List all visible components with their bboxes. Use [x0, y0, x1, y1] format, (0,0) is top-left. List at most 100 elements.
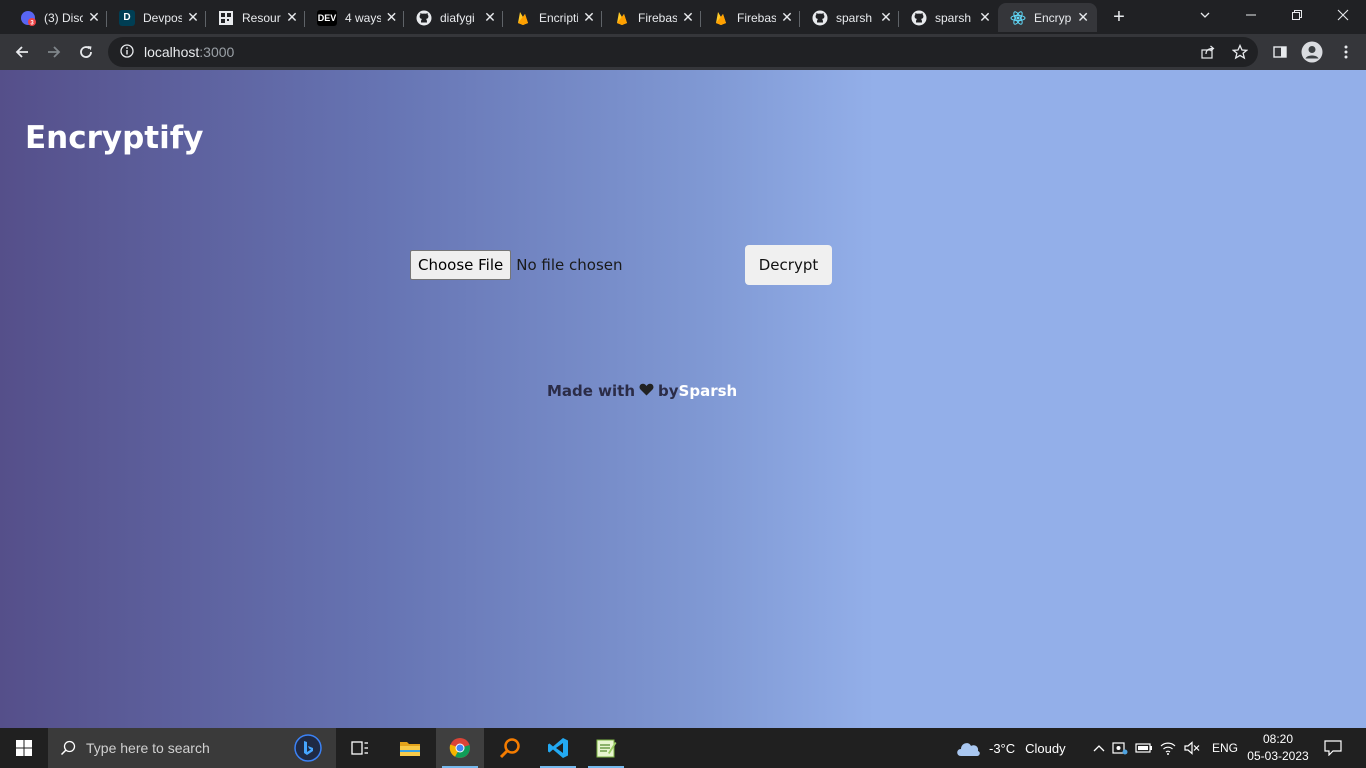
tab-github-sparsh-1[interactable]: sparsh ✕: [800, 3, 899, 32]
decrypt-button[interactable]: Decrypt: [745, 245, 832, 285]
task-view-icon[interactable]: [336, 728, 384, 768]
tab-github-sparsh-2[interactable]: sparsh ✕: [899, 3, 998, 32]
footer-by: by: [658, 382, 679, 400]
wifi-icon[interactable]: [1156, 741, 1180, 755]
firebase-icon: [515, 10, 531, 26]
qr-doc-icon: [218, 10, 234, 26]
react-icon: [1010, 10, 1026, 26]
clock-date: 05-03-2023: [1247, 749, 1309, 763]
weather-condition: Cloudy: [1025, 740, 1066, 756]
close-tab-icon[interactable]: ✕: [186, 9, 200, 26]
taskbar-clock[interactable]: 08:20 05-03-2023: [1242, 731, 1314, 765]
back-arrow-icon[interactable]: [8, 38, 36, 66]
chrome-taskbar-icon[interactable]: [436, 728, 484, 768]
notepad-plus-icon[interactable]: [582, 728, 630, 768]
notification-center-icon[interactable]: [1320, 728, 1346, 768]
url-port: :3000: [199, 44, 235, 60]
tab-title: Devpost: [143, 10, 182, 25]
search-placeholder: Type here to search: [86, 740, 210, 756]
tab-dev-article[interactable]: DEV 4 ways ✕: [305, 3, 404, 32]
file-explorer-icon[interactable]: [386, 728, 434, 768]
github-icon: [416, 10, 432, 26]
file-input[interactable]: Choose File No file chosen: [410, 250, 623, 280]
tab-search-chevron-icon[interactable]: [1182, 0, 1228, 30]
tab-devpost[interactable]: D Devpost ✕: [107, 3, 206, 32]
tab-firebase-encription[interactable]: Encription ✕: [503, 3, 602, 32]
brand-logo-text[interactable]: Encryptify: [25, 120, 203, 156]
vscode-icon[interactable]: [534, 728, 582, 768]
close-tab-icon[interactable]: ✕: [385, 9, 398, 26]
minimize-icon[interactable]: [1228, 0, 1274, 30]
url-host: localhost: [144, 44, 200, 60]
tab-title: sparsh: [935, 10, 972, 25]
address-bar[interactable]: localhost:3000: [108, 37, 1258, 67]
input-language[interactable]: ENG: [1212, 741, 1238, 755]
weather-widget[interactable]: -3°C Cloudy: [955, 728, 1066, 768]
firebase-icon: [614, 10, 630, 26]
close-tab-icon[interactable]: ✕: [780, 9, 794, 26]
bing-icon[interactable]: [294, 734, 322, 765]
tab-title: 4 ways: [345, 10, 381, 25]
new-tab-button[interactable]: +: [1108, 6, 1130, 28]
footer-credit: Made with by Sparsh: [547, 382, 737, 400]
side-panel-icon[interactable]: [1266, 38, 1294, 66]
close-tab-icon[interactable]: ✕: [87, 9, 101, 26]
bookmark-star-icon[interactable]: [1226, 38, 1254, 66]
firebase-icon: [713, 10, 729, 26]
close-tab-icon[interactable]: ✕: [582, 9, 596, 26]
file-status-text: No file chosen: [516, 256, 623, 274]
close-tab-icon[interactable]: ✕: [978, 9, 992, 26]
tab-firebase-1[interactable]: Firebase ✕: [602, 3, 701, 32]
close-tab-icon[interactable]: ✕: [285, 9, 299, 26]
site-info-icon[interactable]: [120, 43, 134, 61]
show-hidden-icons-chevron-icon[interactable]: [1090, 744, 1108, 752]
github-icon: [911, 10, 927, 26]
page-content: Encryptify Choose File No file chosen De…: [0, 70, 1366, 728]
reload-icon[interactable]: [72, 38, 100, 66]
browser-tab-strip: 3 (3) Discord ✕ D Devpost ✕ Resources ✕ …: [0, 0, 1366, 34]
github-icon: [812, 10, 828, 26]
taskbar-search-box[interactable]: Type here to search: [48, 728, 336, 768]
meet-now-icon[interactable]: [1108, 741, 1132, 755]
close-tab-icon[interactable]: ✕: [681, 9, 695, 26]
tab-firebase-2[interactable]: Firebase ✕: [701, 3, 800, 32]
search-tool-icon[interactable]: [486, 728, 534, 768]
cloud-icon: [955, 739, 981, 757]
dev-icon: DEV: [317, 9, 337, 26]
windows-taskbar: Type here to search -3°C Cloudy ENG 08:2…: [0, 728, 1366, 768]
tab-title: (3) Discord: [44, 10, 83, 25]
search-icon: [60, 740, 76, 756]
tab-encryptify-active[interactable]: Encryptify ✕: [998, 3, 1097, 32]
tab-title: sparsh: [836, 10, 873, 25]
profile-avatar-icon[interactable]: [1298, 38, 1326, 66]
clock-time: 08:20: [1262, 732, 1294, 746]
weather-temperature: -3°C: [989, 740, 1016, 756]
tab-title: Firebase: [737, 10, 776, 25]
tab-discord[interactable]: 3 (3) Discord ✕: [8, 3, 107, 32]
discord-icon: 3: [20, 10, 36, 26]
choose-file-button[interactable]: Choose File: [410, 250, 512, 280]
tab-title: Encryptify: [1034, 10, 1072, 25]
heart-icon: [639, 382, 654, 400]
more-menu-icon[interactable]: [1332, 38, 1360, 66]
volume-muted-icon[interactable]: [1180, 741, 1204, 755]
forward-arrow-icon[interactable]: [40, 38, 68, 66]
battery-icon[interactable]: [1132, 742, 1156, 754]
close-tab-icon[interactable]: ✕: [879, 9, 893, 26]
system-tray: ENG: [1090, 728, 1238, 768]
tab-title: Resources: [242, 10, 281, 25]
restore-icon[interactable]: [1274, 0, 1320, 30]
close-window-icon[interactable]: [1320, 0, 1366, 30]
windows-start-icon[interactable]: [0, 728, 48, 768]
devpost-icon: D: [119, 9, 135, 26]
tab-title: Encription: [539, 10, 578, 25]
close-tab-icon[interactable]: ✕: [1075, 9, 1091, 26]
tab-github-diafygi[interactable]: diafygi ✕: [404, 3, 503, 32]
author-link[interactable]: Sparsh: [679, 382, 738, 400]
tab-title: diafygi: [440, 10, 475, 25]
share-icon[interactable]: [1194, 38, 1222, 66]
tab-resources[interactable]: Resources ✕: [206, 3, 305, 32]
close-tab-icon[interactable]: ✕: [483, 9, 497, 26]
browser-toolbar: localhost:3000: [0, 34, 1366, 70]
footer-prefix: Made with: [547, 382, 636, 400]
